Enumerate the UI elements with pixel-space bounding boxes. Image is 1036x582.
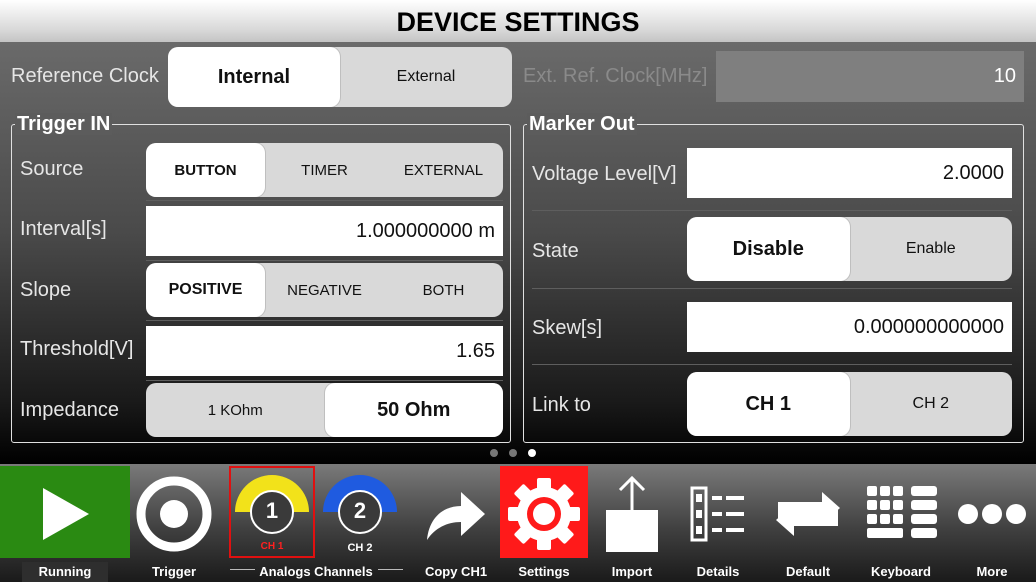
running-label: Running: [38, 564, 92, 579]
source-external-option[interactable]: EXTERNAL: [384, 143, 503, 197]
voltage-level-label: Voltage Level[V]: [532, 163, 677, 185]
divider: [146, 380, 503, 381]
details-button[interactable]: Details: [676, 464, 760, 582]
trigger-icon: [130, 472, 218, 556]
source-button-option[interactable]: BUTTON: [146, 143, 265, 197]
divider: [532, 364, 1012, 365]
state-disable-option[interactable]: Disable: [687, 217, 850, 281]
impedance-selector: 1 KOhm 50 Ohm: [146, 383, 503, 437]
reference-clock-external-option[interactable]: External: [340, 47, 512, 107]
page-indicator: [490, 449, 536, 457]
reset-arrows-icon: [762, 472, 854, 556]
interval-label: Interval[s]: [20, 218, 107, 240]
reference-clock-label: Reference Clock: [11, 65, 159, 87]
share-arrow-icon: [412, 472, 500, 556]
keyboard-button[interactable]: Keyboard: [856, 464, 946, 582]
ext-ref-clock-field: 10: [716, 51, 1024, 102]
import-icon: [588, 472, 676, 556]
ch2-label: CH 2: [347, 542, 373, 554]
analogs-channels-label: Analogs Channels: [259, 564, 373, 579]
threshold-field[interactable]: 1.65: [146, 326, 503, 376]
impedance-label: Impedance: [20, 399, 119, 421]
slope-label: Slope: [20, 279, 72, 301]
trigger-label: Trigger: [151, 564, 197, 579]
running-button[interactable]: Running: [0, 464, 130, 582]
link-to-selector: CH 1 CH 2: [687, 372, 1012, 436]
slope-both-option[interactable]: BOTH: [384, 263, 503, 317]
copy-ch1-label: Copy CH1: [424, 564, 488, 579]
bottom-toolbar: Running Trigger 1 CH 1 2 CH 2 Analogs Ch…: [0, 464, 1036, 582]
slope-negative-option[interactable]: NEGATIVE: [265, 263, 384, 317]
details-label: Details: [696, 564, 740, 579]
skew-label: Skew[s]: [532, 317, 603, 339]
page-dot[interactable]: [490, 449, 498, 457]
default-button[interactable]: Default: [762, 464, 854, 582]
ext-ref-clock-label: Ext. Ref. Clock[MHz]: [523, 65, 708, 87]
state-selector: Disable Enable: [687, 217, 1012, 281]
settings-label: Settings: [518, 564, 570, 579]
copy-ch1-button[interactable]: Copy CH1: [412, 464, 500, 582]
page-title: DEVICE SETTINGS: [0, 0, 1036, 42]
slope-selector: POSITIVE NEGATIVE BOTH: [146, 263, 503, 317]
trigger-source-selector: BUTTON TIMER EXTERNAL: [146, 143, 503, 197]
state-enable-option[interactable]: Enable: [850, 217, 1013, 281]
divider: [532, 210, 1012, 211]
reference-clock-selector: Internal External: [168, 47, 512, 107]
divider: [146, 260, 503, 261]
import-button[interactable]: Import: [588, 464, 676, 582]
trigger-source-label: Source: [20, 158, 84, 180]
settings-button[interactable]: Settings: [500, 464, 588, 582]
import-label: Import: [611, 564, 653, 579]
link-ch1-option[interactable]: CH 1: [687, 372, 850, 436]
keyboard-grid-icon: [856, 472, 946, 556]
skew-field[interactable]: 0.000000000000: [687, 302, 1012, 352]
settings-panel: Reference Clock Internal External Ext. R…: [0, 42, 1036, 464]
more-label: More: [976, 564, 1008, 579]
ch1-number: 1: [265, 498, 279, 523]
details-list-icon: [676, 472, 760, 556]
page-dot-active[interactable]: [528, 449, 536, 457]
more-dots-icon: [948, 472, 1036, 556]
voltage-level-field[interactable]: 2.0000: [687, 148, 1012, 198]
trigger-in-title: Trigger IN: [15, 113, 113, 135]
gear-icon: [500, 472, 588, 556]
link-to-label: Link to: [532, 394, 591, 416]
ch1-label: CH 1: [260, 541, 284, 552]
play-icon: [0, 472, 130, 556]
page-dot[interactable]: [509, 449, 517, 457]
more-button[interactable]: More: [948, 464, 1036, 582]
marker-out-title: Marker Out: [527, 113, 637, 135]
divider: [146, 320, 503, 321]
interval-field[interactable]: 1.000000000 m: [146, 206, 503, 256]
ch2-number: 2: [353, 498, 367, 523]
slope-positive-option[interactable]: POSITIVE: [146, 263, 265, 317]
keyboard-label: Keyboard: [871, 564, 931, 579]
impedance-50ohm-option[interactable]: 50 Ohm: [324, 383, 503, 437]
trigger-button[interactable]: Trigger: [130, 464, 218, 582]
link-ch2-option[interactable]: CH 2: [850, 372, 1013, 436]
threshold-label: Threshold[V]: [20, 338, 134, 360]
divider: [532, 288, 1012, 289]
impedance-1kohm-option[interactable]: 1 KOhm: [146, 383, 325, 437]
divider: [146, 200, 503, 201]
reference-clock-internal-option[interactable]: Internal: [168, 47, 340, 107]
default-label: Default: [785, 564, 831, 579]
state-label: State: [532, 240, 579, 262]
source-timer-option[interactable]: TIMER: [265, 143, 384, 197]
